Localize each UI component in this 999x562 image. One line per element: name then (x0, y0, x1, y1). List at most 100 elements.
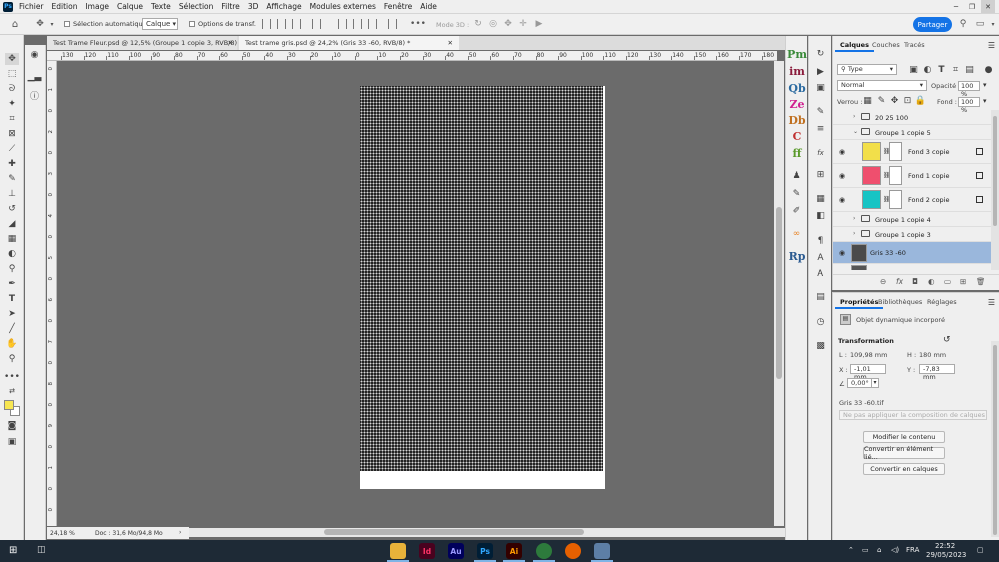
chevron-down-icon[interactable]: ▾ (983, 97, 987, 105)
layer-row[interactable]: ◉ ⛓ Fond 2 copie (833, 188, 991, 212)
edit-contents-button[interactable]: Modifier le contenu (863, 431, 945, 443)
menu-fenetre[interactable]: Fenêtre (384, 2, 412, 11)
dodge-tool-icon[interactable]: ⚲ (5, 263, 19, 275)
filter-type-icon[interactable]: T (935, 64, 948, 76)
adjustments-icon[interactable]: ◧ (814, 210, 827, 222)
foreground-color-swatch[interactable] (4, 400, 14, 410)
tab-reglages[interactable]: Réglages (922, 293, 962, 309)
align-bottom-icon[interactable] (368, 19, 377, 29)
chevron-down-icon[interactable]: ▾ (987, 18, 999, 30)
adjustment-layer-icon[interactable]: ◐ (928, 277, 935, 286)
opacity-input[interactable]: 100 % (958, 81, 980, 98)
infinity-icon[interactable]: ∞ (790, 228, 803, 240)
brush-settings-icon[interactable]: ≡ (814, 123, 827, 135)
chevron-down-icon[interactable]: ⌄ (853, 128, 858, 135)
plugin-pm-icon[interactable]: Pm (787, 47, 807, 61)
vertical-scrollbar[interactable] (774, 61, 784, 526)
clock-date[interactable]: 29/05/2023 (926, 551, 966, 559)
battery-icon[interactable]: ▭ (862, 546, 869, 554)
menu-edition[interactable]: Edition (52, 2, 78, 11)
healing-brush-icon[interactable]: ✚ (5, 158, 19, 170)
auto-select-checkbox[interactable]: Sélection automatique : (64, 20, 151, 28)
3d-orbit-icon[interactable]: ↻ (472, 18, 484, 30)
eye-icon[interactable]: ◉ (839, 148, 845, 156)
history-brush-icon[interactable]: ↺ (5, 203, 19, 215)
chevron-up-icon[interactable]: ⌃ (848, 546, 854, 554)
eyedropper-icon[interactable]: ⟋ (5, 143, 19, 155)
indesign-icon[interactable]: Id (419, 543, 435, 559)
sample-icon[interactable]: ▣ (814, 82, 827, 94)
search-icon[interactable]: ⚲ (957, 18, 969, 30)
blend-mode-dropdown[interactable]: Normal ▾ (837, 80, 927, 91)
type-tool-icon[interactable]: T (5, 293, 19, 305)
more-options-icon[interactable]: ••• (410, 18, 426, 30)
fx-styles-icon[interactable]: fx (814, 147, 827, 159)
close-tab-icon[interactable]: ✕ (448, 39, 453, 47)
transform-options-checkbox[interactable]: Options de transf. (189, 20, 256, 28)
illustrator-icon[interactable]: Ai (506, 543, 522, 559)
scroll-thumb[interactable] (993, 116, 997, 226)
chevron-down-icon[interactable]: ▾ (46, 18, 58, 30)
menu-calque[interactable]: Calque (117, 2, 143, 11)
filter-pixel-icon[interactable]: ▣ (907, 64, 920, 76)
plugin-c-icon[interactable]: C (789, 129, 805, 143)
height-value[interactable]: 180 mm (919, 351, 946, 359)
lock-all-icon[interactable]: 🔒 (914, 95, 927, 107)
filter-adjustment-icon[interactable]: ◐ (921, 64, 934, 76)
layer-row[interactable]: ⌄ Groupe 1 copie 5 (833, 125, 991, 140)
puppet-icon[interactable]: ♟ (790, 170, 803, 182)
3d-slide-icon[interactable]: ✛ (517, 18, 529, 30)
actions-play-icon[interactable]: ▶ (814, 66, 827, 78)
volume-icon[interactable]: ◁) (891, 546, 899, 554)
filter-toggle-icon[interactable]: ● (982, 64, 995, 76)
gradient-tool-icon[interactable]: ▦ (5, 233, 19, 245)
restore-icon[interactable]: ❐ (965, 0, 979, 13)
glyphs-icon[interactable]: Ꭺ (814, 268, 827, 280)
fill-input[interactable]: 100 % (958, 97, 980, 114)
crop-tool-icon[interactable]: ⌗ (5, 113, 19, 125)
notifications-icon[interactable]: ▢ (977, 546, 984, 554)
menu-aide[interactable]: Aide (420, 2, 437, 11)
swatches-icon[interactable]: ▦ (814, 193, 827, 205)
zoom-tool-icon[interactable]: ⚲ (5, 353, 19, 365)
trash-icon[interactable]: 🗑 (976, 277, 986, 286)
audition-icon[interactable]: Au (448, 543, 464, 559)
scroll-thumb[interactable] (776, 207, 782, 379)
fx-icon[interactable]: fx (896, 277, 903, 286)
panel-menu-icon[interactable]: ☰ (988, 298, 995, 307)
3d-pan-icon[interactable]: ✥ (502, 18, 514, 30)
panel-menu-icon[interactable]: ☰ (988, 41, 995, 50)
width-value[interactable]: 109,98 mm (850, 351, 887, 359)
photoshop-icon[interactable]: Ps (477, 543, 493, 559)
menu-texte[interactable]: Texte (151, 2, 171, 11)
new-group-icon[interactable]: ▭ (944, 277, 951, 286)
link-layers-icon[interactable]: ⊖ (880, 277, 886, 286)
layer-comp-dropdown[interactable]: Ne pas appliquer la composition de calqu… (839, 410, 987, 420)
canvas-area[interactable] (57, 61, 774, 526)
tab-bibliotheques[interactable]: Bibliothèques (873, 293, 927, 309)
frame-tool-icon[interactable]: ⊠ (5, 128, 19, 140)
path-selection-icon[interactable]: ➤ (5, 308, 19, 320)
menu-3d[interactable]: 3D (248, 2, 259, 11)
workspace-icon[interactable]: ▭ (974, 18, 986, 30)
plugin-im-icon[interactable]: im (789, 64, 805, 78)
lasso-tool-icon[interactable]: ᘐ (5, 83, 19, 95)
align-middle-icon[interactable] (353, 19, 362, 29)
scroll-thumb[interactable] (993, 345, 997, 535)
tab-traces[interactable]: Tracés (899, 36, 930, 52)
tab-test-trame-fleur[interactable]: Test Trame Fleur.psd @ 12,5% (Groupe 1 c… (47, 36, 237, 50)
minimize-icon[interactable]: ─ (949, 0, 963, 13)
layer-row[interactable] (833, 264, 991, 270)
firefox-icon[interactable] (565, 543, 581, 559)
menu-modules-externes[interactable]: Modules externes (310, 2, 376, 11)
layer-row[interactable]: › Groupe 1 copie 3 (833, 227, 991, 242)
filter-shape-icon[interactable]: ⌗ (949, 64, 962, 76)
auto-select-dropdown[interactable]: Calque ▾ (142, 18, 178, 30)
notes-icon[interactable]: ▤ (814, 291, 827, 303)
layer-row[interactable]: › 20 25 100 (833, 110, 991, 125)
move-tool-icon[interactable]: ✥ (34, 18, 46, 30)
scroll-thumb[interactable] (324, 529, 584, 535)
document-page[interactable] (360, 86, 605, 489)
distribute-vertical-icon[interactable] (388, 19, 397, 29)
paragraph-icon[interactable]: ¶ (814, 235, 827, 247)
